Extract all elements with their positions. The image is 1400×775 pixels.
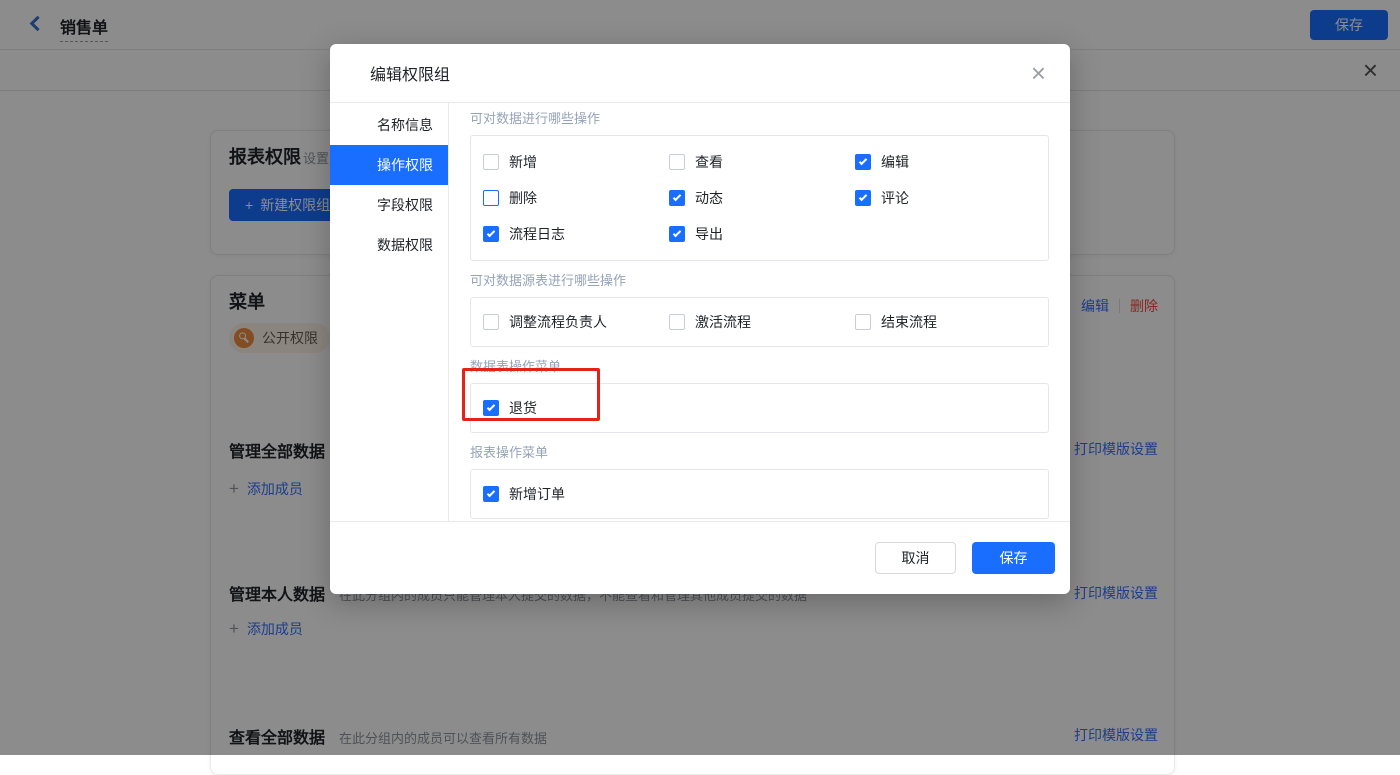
checkbox-option[interactable]: 新增订单 xyxy=(483,476,669,512)
check-icon xyxy=(487,403,495,411)
checkbox-option[interactable]: 导出 xyxy=(669,216,855,252)
checkbox-option[interactable]: 评论 xyxy=(855,180,1036,216)
checkbox-option[interactable]: 结束流程 xyxy=(855,304,1036,340)
checkbox-label: 新增 xyxy=(509,152,537,172)
modal-footer: 取消 保存 xyxy=(330,521,1070,593)
checkbox-icon[interactable] xyxy=(483,190,499,206)
tab-字段权限[interactable]: 字段权限 xyxy=(330,185,448,225)
modal-sections: 可对数据进行哪些操作新增 查看 编辑删除 动态 评论流程日志 导出可对数据源表进行哪些操作… xyxy=(449,103,1070,521)
checkbox-label: 编辑 xyxy=(881,152,909,172)
checkbox-option[interactable]: 调整流程负责人 xyxy=(483,304,669,340)
checkbox-option[interactable]: 删除 xyxy=(483,180,669,216)
save-button[interactable]: 保存 xyxy=(972,542,1055,574)
checkbox-label: 删除 xyxy=(509,188,537,208)
checkbox-icon[interactable] xyxy=(483,314,499,330)
modal-body: 名称信息操作权限字段权限数据权限 可对数据进行哪些操作新增 查看 编辑删除 动态 评论流… xyxy=(330,103,1070,521)
option-group: 退货 xyxy=(470,383,1049,433)
checkbox-label: 调整流程负责人 xyxy=(509,312,607,332)
checkbox-label: 动态 xyxy=(695,188,723,208)
checkbox-icon[interactable] xyxy=(855,314,871,330)
modal-title: 编辑权限组 xyxy=(370,61,1031,85)
checkbox-checked-icon[interactable] xyxy=(669,190,685,206)
modal-header: 编辑权限组 × xyxy=(330,44,1070,103)
checkbox-option[interactable]: 激活流程 xyxy=(669,304,855,340)
checkbox-checked-icon[interactable] xyxy=(669,226,685,242)
checkbox-checked-icon[interactable] xyxy=(855,190,871,206)
section-title: 可对数据进行哪些操作 xyxy=(470,111,1049,127)
checkbox-icon[interactable] xyxy=(483,154,499,170)
option-group: 新增订单 xyxy=(470,469,1049,519)
checkbox-icon[interactable] xyxy=(669,314,685,330)
section-title: 数据表操作菜单 xyxy=(470,359,1049,375)
checkbox-checked-icon[interactable] xyxy=(483,226,499,242)
check-icon xyxy=(859,157,867,165)
checkbox-label: 激活流程 xyxy=(695,312,751,332)
checkbox-option[interactable]: 退货 xyxy=(483,390,669,426)
modal-sidebar: 名称信息操作权限字段权限数据权限 xyxy=(330,103,449,521)
checkbox-checked-icon[interactable] xyxy=(483,486,499,502)
cancel-button[interactable]: 取消 xyxy=(875,542,956,574)
option-group: 新增 查看 编辑删除 动态 评论流程日志 导出 xyxy=(470,135,1049,261)
check-icon xyxy=(673,229,681,237)
checkbox-checked-icon[interactable] xyxy=(483,400,499,416)
checkbox-option[interactable]: 编辑 xyxy=(855,144,1036,180)
checkbox-label: 结束流程 xyxy=(881,312,937,332)
checkbox-checked-icon[interactable] xyxy=(855,154,871,170)
tab-操作权限[interactable]: 操作权限 xyxy=(330,145,448,185)
tab-数据权限[interactable]: 数据权限 xyxy=(330,225,448,265)
checkbox-label: 新增订单 xyxy=(509,484,565,504)
checkbox-option[interactable]: 动态 xyxy=(669,180,855,216)
tab-名称信息[interactable]: 名称信息 xyxy=(330,105,448,145)
checkbox-label: 导出 xyxy=(695,224,723,244)
checkbox-label: 退货 xyxy=(509,398,537,418)
section-title: 报表操作菜单 xyxy=(470,445,1049,461)
check-icon xyxy=(859,193,867,201)
check-icon xyxy=(487,229,495,237)
check-icon xyxy=(673,193,681,201)
edit-permission-group-modal: 编辑权限组 × 名称信息操作权限字段权限数据权限 可对数据进行哪些操作新增 查看 编… xyxy=(330,44,1070,594)
section-title: 可对数据源表进行哪些操作 xyxy=(470,273,1049,289)
checkbox-option[interactable]: 流程日志 xyxy=(483,216,669,252)
option-group: 调整流程负责人 激活流程 结束流程 xyxy=(470,297,1049,347)
checkbox-option[interactable]: 查看 xyxy=(669,144,855,180)
checkbox-option[interactable]: 新增 xyxy=(483,144,669,180)
modal-close-icon[interactable]: × xyxy=(1031,60,1046,86)
checkbox-label: 流程日志 xyxy=(509,224,565,244)
checkbox-label: 评论 xyxy=(881,188,909,208)
checkbox-icon[interactable] xyxy=(669,154,685,170)
checkbox-label: 查看 xyxy=(695,152,723,172)
check-icon xyxy=(487,489,495,497)
